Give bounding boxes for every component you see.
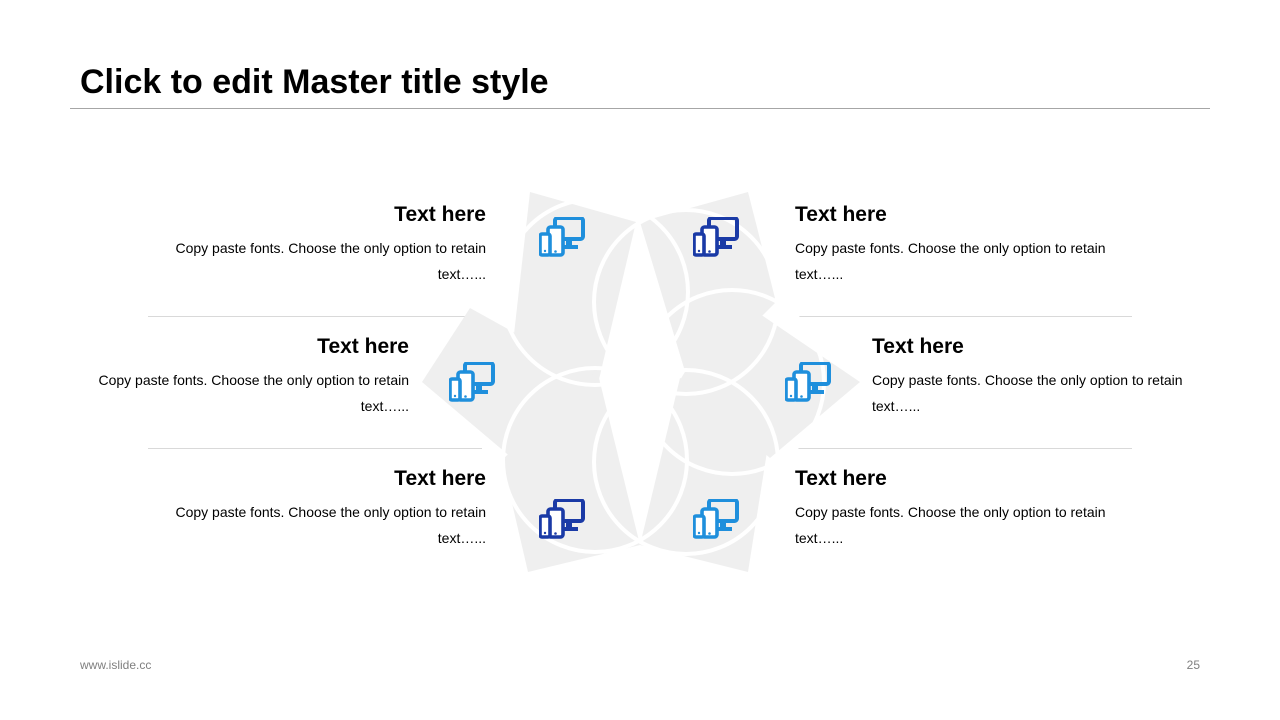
block-body: Copy paste fonts. Choose the only option… (795, 504, 1106, 546)
footer-website: www.islide.cc (80, 658, 152, 672)
page-number: 25 (1186, 658, 1200, 672)
block-body: Copy paste fonts. Choose the only option… (795, 240, 1106, 282)
block-body: Copy paste fonts. Choose the only option… (175, 504, 486, 546)
text-block-top-right: Text here Copy paste fonts. Choose the o… (795, 201, 1155, 287)
text-block-middle-right: Text here Copy paste fonts. Choose the o… (872, 333, 1232, 419)
block-heading: Text here (872, 335, 964, 358)
block-heading: Text here (795, 467, 887, 490)
block-heading: Text here (795, 203, 887, 226)
text-block-middle-left: Text here Copy paste fonts. Choose the o… (49, 333, 409, 419)
block-body: Copy paste fonts. Choose the only option… (872, 372, 1183, 414)
block-heading: Text here (394, 467, 486, 490)
block-body: Copy paste fonts. Choose the only option… (175, 240, 486, 282)
block-heading: Text here (394, 203, 486, 226)
block-body: Copy paste fonts. Choose the only option… (98, 372, 409, 414)
block-heading: Text here (317, 335, 409, 358)
text-block-top-left: Text here Copy paste fonts. Choose the o… (126, 201, 486, 287)
text-block-bottom-right: Text here Copy paste fonts. Choose the o… (795, 465, 1155, 551)
text-block-bottom-left: Text here Copy paste fonts. Choose the o… (126, 465, 486, 551)
